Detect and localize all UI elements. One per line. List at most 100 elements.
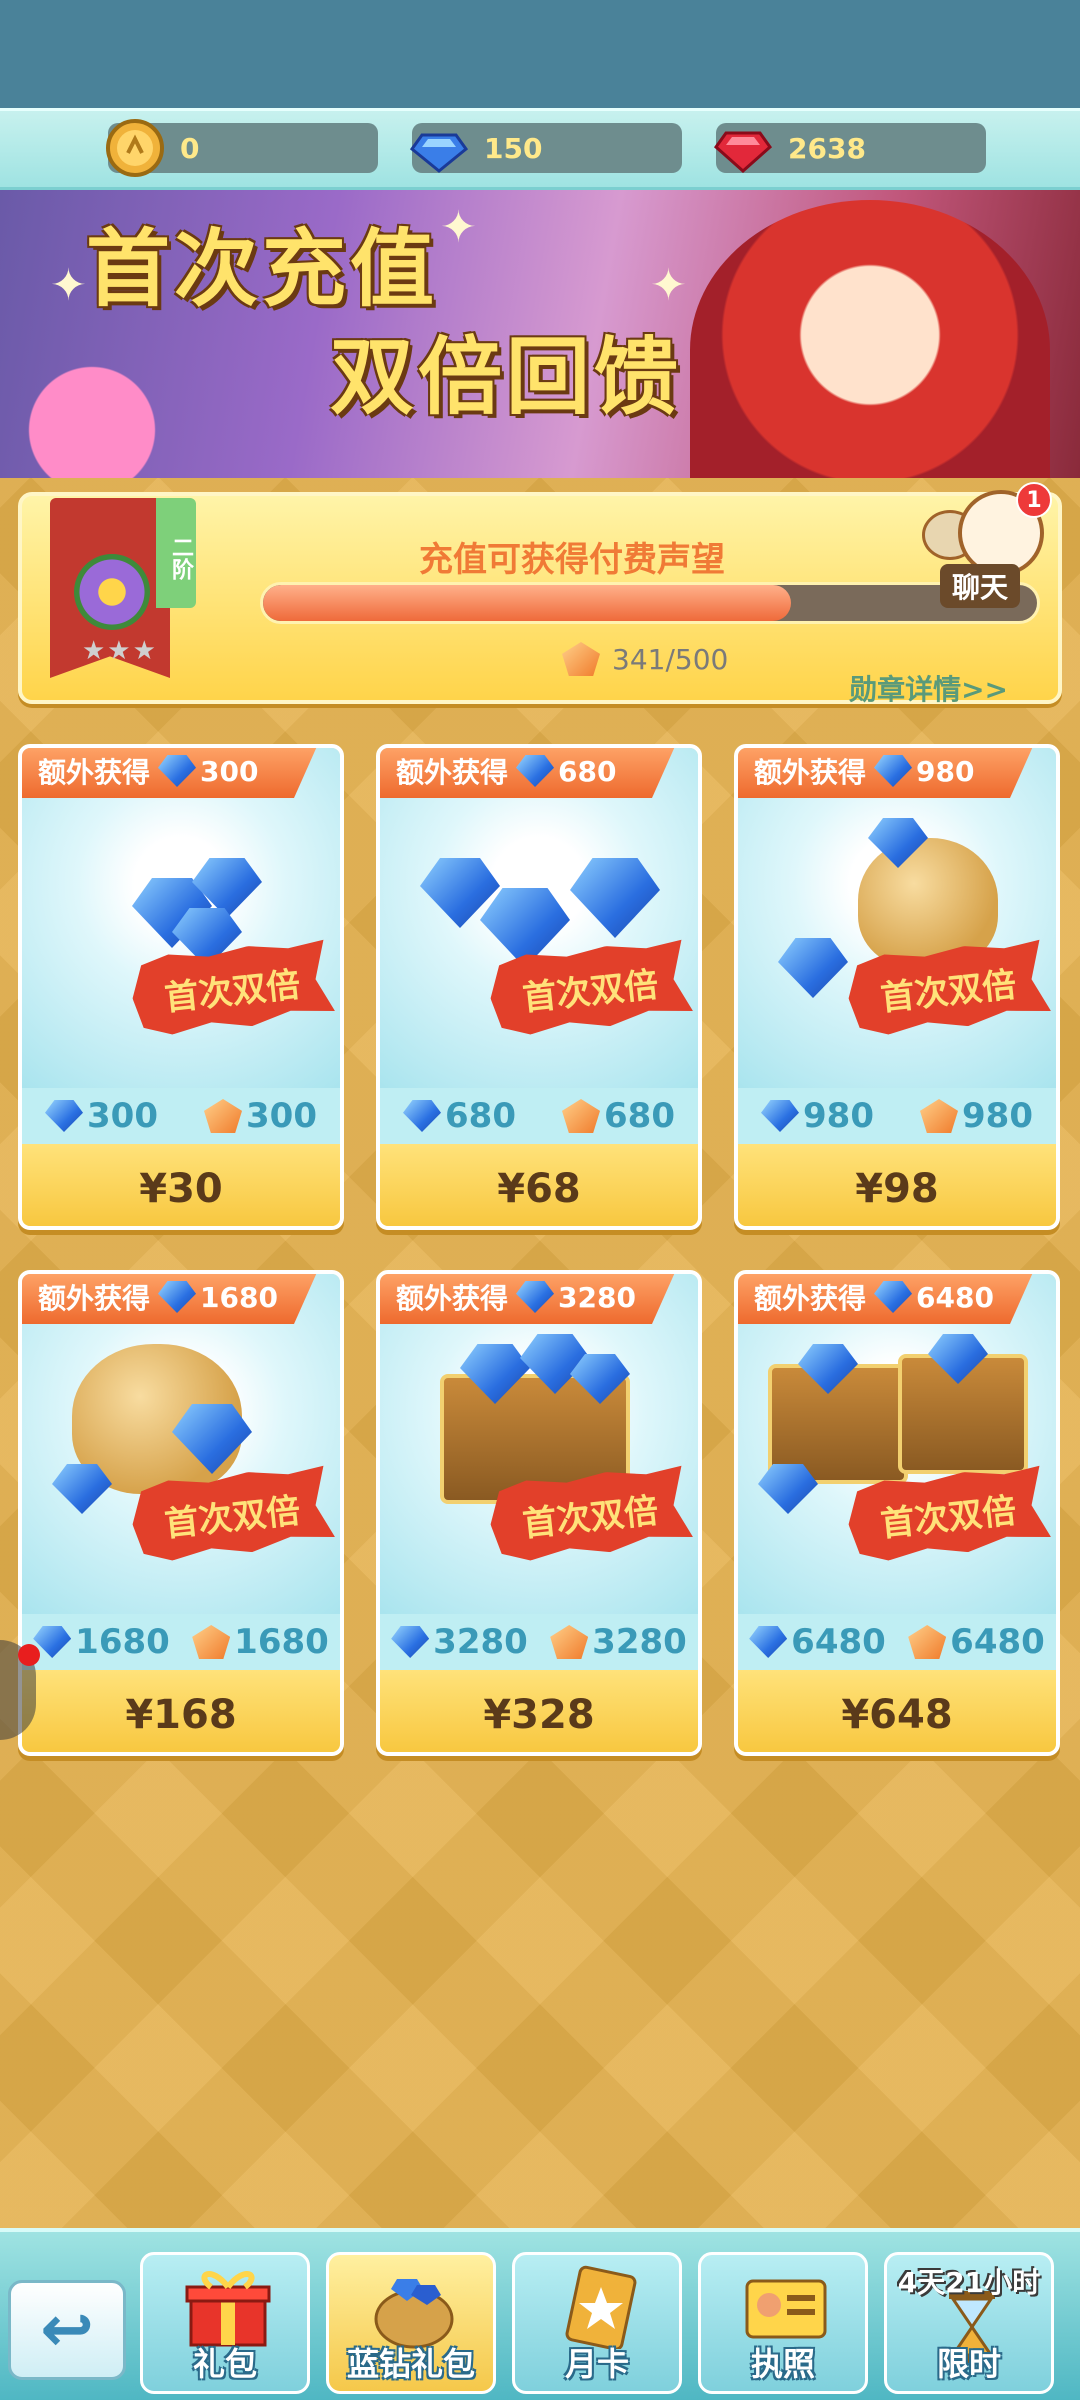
reputation-amount: 680 [604,1096,675,1136]
gold-balance: 0 [106,119,378,177]
bonus-label: 额外获得 [38,756,151,789]
medal-details-link[interactable]: 勋章详情>> [849,668,1008,708]
reputation-progress-fill [263,585,791,621]
bonus-ribbon: 额外获得 1680 [22,1274,318,1324]
limited-time-countdown: 4天21小时 [897,2266,1041,2299]
reputation-amount: 980 [962,1096,1033,1136]
bonus-label: 额外获得 [396,756,509,789]
diamond-icon [158,755,197,787]
nav-label: 礼包 [192,2345,257,2383]
ruby-value: 2638 [788,131,866,165]
diamond-amount: 1680 [75,1622,170,1662]
bonus-value: 1680 [200,1280,278,1314]
bonus-label: 额外获得 [754,1282,867,1315]
bonus-value: 6480 [916,1280,994,1314]
price-button[interactable]: ¥328 [380,1670,698,1752]
nav-tab-gift-pack[interactable]: 礼包 [140,2252,310,2394]
bonus-label: 额外获得 [754,756,867,789]
bonus-ribbon: 额外获得 6480 [738,1274,1034,1324]
product-stats: 680 680 [380,1088,698,1144]
shop-main: 二阶 ★★★ 充值可获得付费声望 341/500 勋章详情>> 1 聊天 首次双… [0,478,1080,2228]
diamond-amount: 680 [445,1096,516,1136]
product-card-2[interactable]: 首次双倍 额外获得 680 680 680 ¥68 [376,744,702,1230]
nav-tab-month-card[interactable]: 月卡 [512,2252,682,2394]
character-illustration [690,200,1050,478]
product-card-6[interactable]: 首次双倍 额外获得 6480 6480 6480 ¥648 [734,1270,1060,1756]
reputation-icon [550,1625,589,1659]
red-gem-icon [713,131,773,174]
reputation-icon [920,1099,958,1133]
nav-tab-license[interactable]: 执照 [698,2252,868,2394]
gift-decoration [0,358,230,478]
diamond-amount: 6480 [791,1622,886,1662]
bonus-ribbon: 额外获得 680 [380,748,676,798]
diamond-value: 150 [484,131,543,165]
product-art [380,748,698,1088]
product-card-4[interactable]: 首次双倍 额外获得 1680 1680 1680 ¥168 [18,1270,344,1756]
diamond-icon [391,1626,430,1658]
banner-title-line2: 双倍回馈 [330,328,683,426]
diamond-icon [45,1100,83,1132]
diamond-icon [874,1281,913,1313]
diamond-amount: 980 [803,1096,874,1136]
nav-label: 执照 [750,2345,815,2383]
medal-rank-tag: 二阶 [156,498,196,608]
diamond-icon [874,755,913,787]
price-button[interactable]: ¥648 [738,1670,1056,1752]
product-card-1[interactable]: 首次双倍 额外获得 300 300 300 ¥30 [18,744,344,1230]
nav-label: 蓝钻礼包 [346,2345,475,2383]
bonus-value: 680 [558,754,617,788]
chat-label: 聊天 [940,564,1021,608]
price-button[interactable]: ¥98 [738,1144,1056,1226]
diamond-icon [761,1100,799,1132]
bonus-ribbon: 额外获得 3280 [380,1274,676,1324]
reputation-icon [204,1099,242,1133]
blue-diamond-icon [409,133,469,173]
product-art [738,748,1056,1088]
reputation-icon [562,1099,600,1133]
license-icon [745,2279,827,2339]
month-card-icon [565,2265,637,2349]
product-stats: 300 300 [22,1088,340,1144]
bottom-nav: ↩ 礼包 蓝钻礼包 月卡 执照 4天21小时 限时 [0,2228,1080,2400]
reputation-amount: 3280 [592,1622,687,1662]
product-card-3[interactable]: 首次双倍 额外获得 980 980 980 ¥98 [734,744,1060,1230]
diamond-icon [158,1281,197,1313]
product-card-5[interactable]: 首次双倍 额外获得 3280 3280 3280 ¥328 [376,1270,702,1756]
diamond-icon [749,1626,788,1658]
reputation-amount: 1680 [234,1622,329,1662]
gold-value: 0 [180,131,200,165]
bonus-label: 额外获得 [38,1282,151,1315]
back-button[interactable]: ↩ [8,2280,126,2380]
nav-tab-limited-time[interactable]: 4天21小时 限时 [884,2252,1054,2394]
sparkle-icon: ✦ [440,202,477,253]
price-button[interactable]: ¥168 [22,1670,340,1752]
back-arrow-icon: ↩ [40,2293,94,2367]
medal-flower-icon [74,554,150,630]
product-art [738,1274,1056,1614]
product-stats: 1680 1680 [22,1614,340,1670]
price-button[interactable]: ¥68 [380,1144,698,1226]
product-stats: 980 980 [738,1088,1056,1144]
reputation-icon [192,1625,231,1659]
gold-coin-icon [106,119,164,177]
bonus-value: 980 [916,754,975,788]
reputation-amount: 300 [246,1096,317,1136]
reputation-count-text: 341/500 [612,642,729,676]
product-stats: 3280 3280 [380,1614,698,1670]
nav-tab-diamond-pack[interactable]: 蓝钻礼包 [326,2252,496,2394]
reputation-title: 充值可获得付费声望 [419,540,725,580]
product-art [22,748,340,1088]
status-area [0,0,1080,108]
diamond-icon [516,1281,555,1313]
diamond-amount: 3280 [433,1622,528,1662]
diamond-amount: 300 [87,1096,158,1136]
reputation-amount: 6480 [950,1622,1045,1662]
chat-button[interactable]: 1 聊天 [922,482,1052,608]
product-art [380,1274,698,1614]
bonus-value: 3280 [558,1280,636,1314]
notification-dot [18,1644,40,1666]
ruby-balance: 2638 [713,123,986,174]
price-button[interactable]: ¥30 [22,1144,340,1226]
medal-stars: ★★★ [82,636,158,666]
